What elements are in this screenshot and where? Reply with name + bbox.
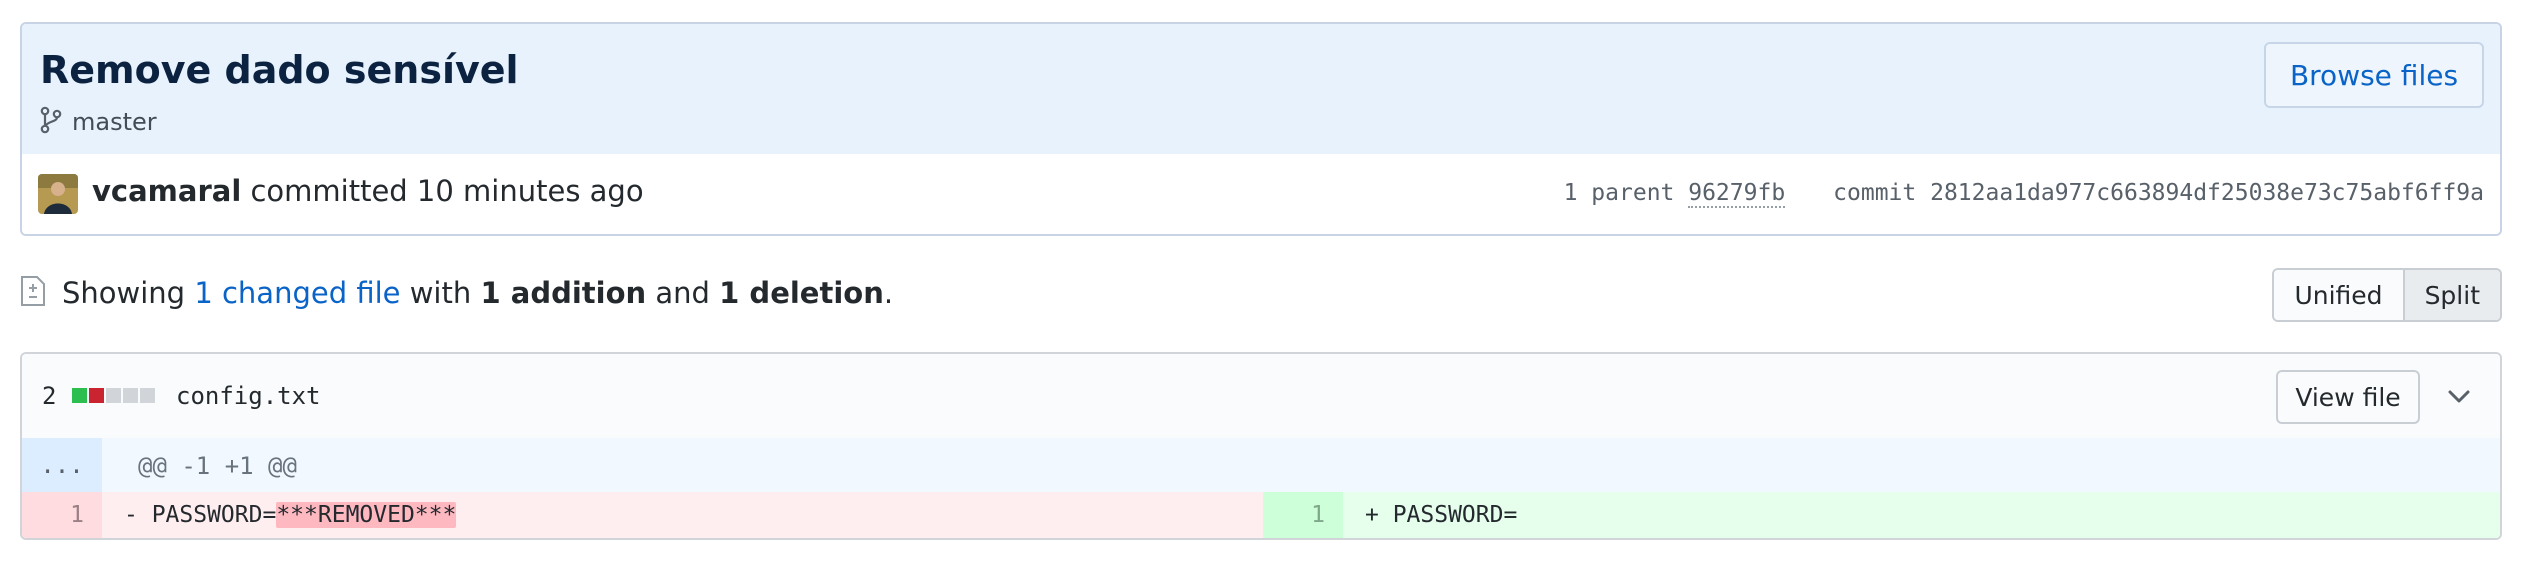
file-diff-icon [20, 275, 46, 312]
branch-name[interactable]: master [72, 108, 157, 136]
changes-count: 2 [42, 382, 57, 410]
deleted-line-prefix: - PASSWORD= [124, 502, 277, 528]
deleted-line: - PASSWORD= ***REMOVED*** [102, 492, 1283, 538]
summary-end: . [883, 276, 894, 310]
author-name[interactable]: vcamaral [92, 174, 241, 208]
file-name[interactable]: config.txt [176, 382, 321, 410]
expand-hunk-button[interactable]: ... [22, 438, 102, 492]
diffstat-deleted [89, 388, 104, 403]
file-diff: 2 config.txt View file ... @@ -1 +1 @@ 1… [20, 352, 2502, 540]
unified-button[interactable]: Unified [2274, 270, 2403, 320]
hunk-header: @@ -1 +1 @@ [138, 452, 297, 480]
diff-view-toggle: Unified Split [2272, 268, 2502, 322]
summary-prefix: Showing [62, 276, 195, 310]
added-line-text: + PASSWORD= [1365, 502, 1518, 528]
left-line-number[interactable]: 1 [22, 492, 102, 538]
commit-time: committed 10 minutes ago [241, 174, 644, 208]
commit-title: Remove dado sensível [40, 48, 519, 92]
commit-sha: 2812aa1da977c663894df25038e73c75abf6ff9a [1930, 180, 2484, 206]
changed-files-link[interactable]: 1 changed file [194, 276, 400, 310]
summary-with: with [400, 276, 481, 310]
diffstat-neutral [106, 388, 121, 403]
browse-files-button[interactable]: Browse files [2264, 42, 2484, 108]
commit-meta: vcamaral committed 10 minutes ago 1 pare… [22, 154, 2500, 234]
added-line: + PASSWORD= [1343, 492, 2500, 538]
split-button[interactable]: Split [2402, 270, 2500, 320]
branch-info: master [40, 104, 157, 140]
diff-line-row: 1 - PASSWORD= ***REMOVED*** 1 + PASSWORD= [22, 492, 2500, 538]
parent-sha-link[interactable]: 96279fb [1688, 180, 1786, 208]
summary-text: Showing 1 changed file with 1 addition a… [62, 276, 893, 310]
diffstat-neutral [140, 388, 155, 403]
diffstat-neutral [123, 388, 138, 403]
diff-summary: Showing 1 changed file with 1 addition a… [20, 268, 893, 318]
deletions-count: 1 deletion [719, 276, 884, 310]
file-header: 2 config.txt View file [22, 354, 2500, 440]
author-line: vcamaral committed 10 minutes ago [92, 174, 644, 208]
diffstat [72, 388, 155, 403]
sha-area: 1 parent 96279fb commit 2812aa1da977c663… [1564, 180, 2484, 208]
hunk-row: ... @@ -1 +1 @@ [22, 438, 2500, 492]
commit-header: Remove dado sensível master Browse files [20, 22, 2502, 236]
deleted-highlight: ***REMOVED*** [276, 502, 457, 528]
commit-title-bar: Remove dado sensível master Browse files [22, 24, 2500, 156]
commit-label: commit [1833, 180, 1931, 206]
parent-label: 1 parent [1563, 180, 1689, 206]
right-line-number[interactable]: 1 [1263, 492, 1343, 538]
chevron-down-icon[interactable] [2444, 382, 2474, 412]
git-branch-icon [40, 106, 62, 139]
additions-count: 1 addition [480, 276, 647, 310]
summary-and: and [646, 276, 720, 310]
view-file-button[interactable]: View file [2276, 370, 2420, 424]
diffstat-added [72, 388, 87, 403]
avatar[interactable] [38, 174, 78, 214]
